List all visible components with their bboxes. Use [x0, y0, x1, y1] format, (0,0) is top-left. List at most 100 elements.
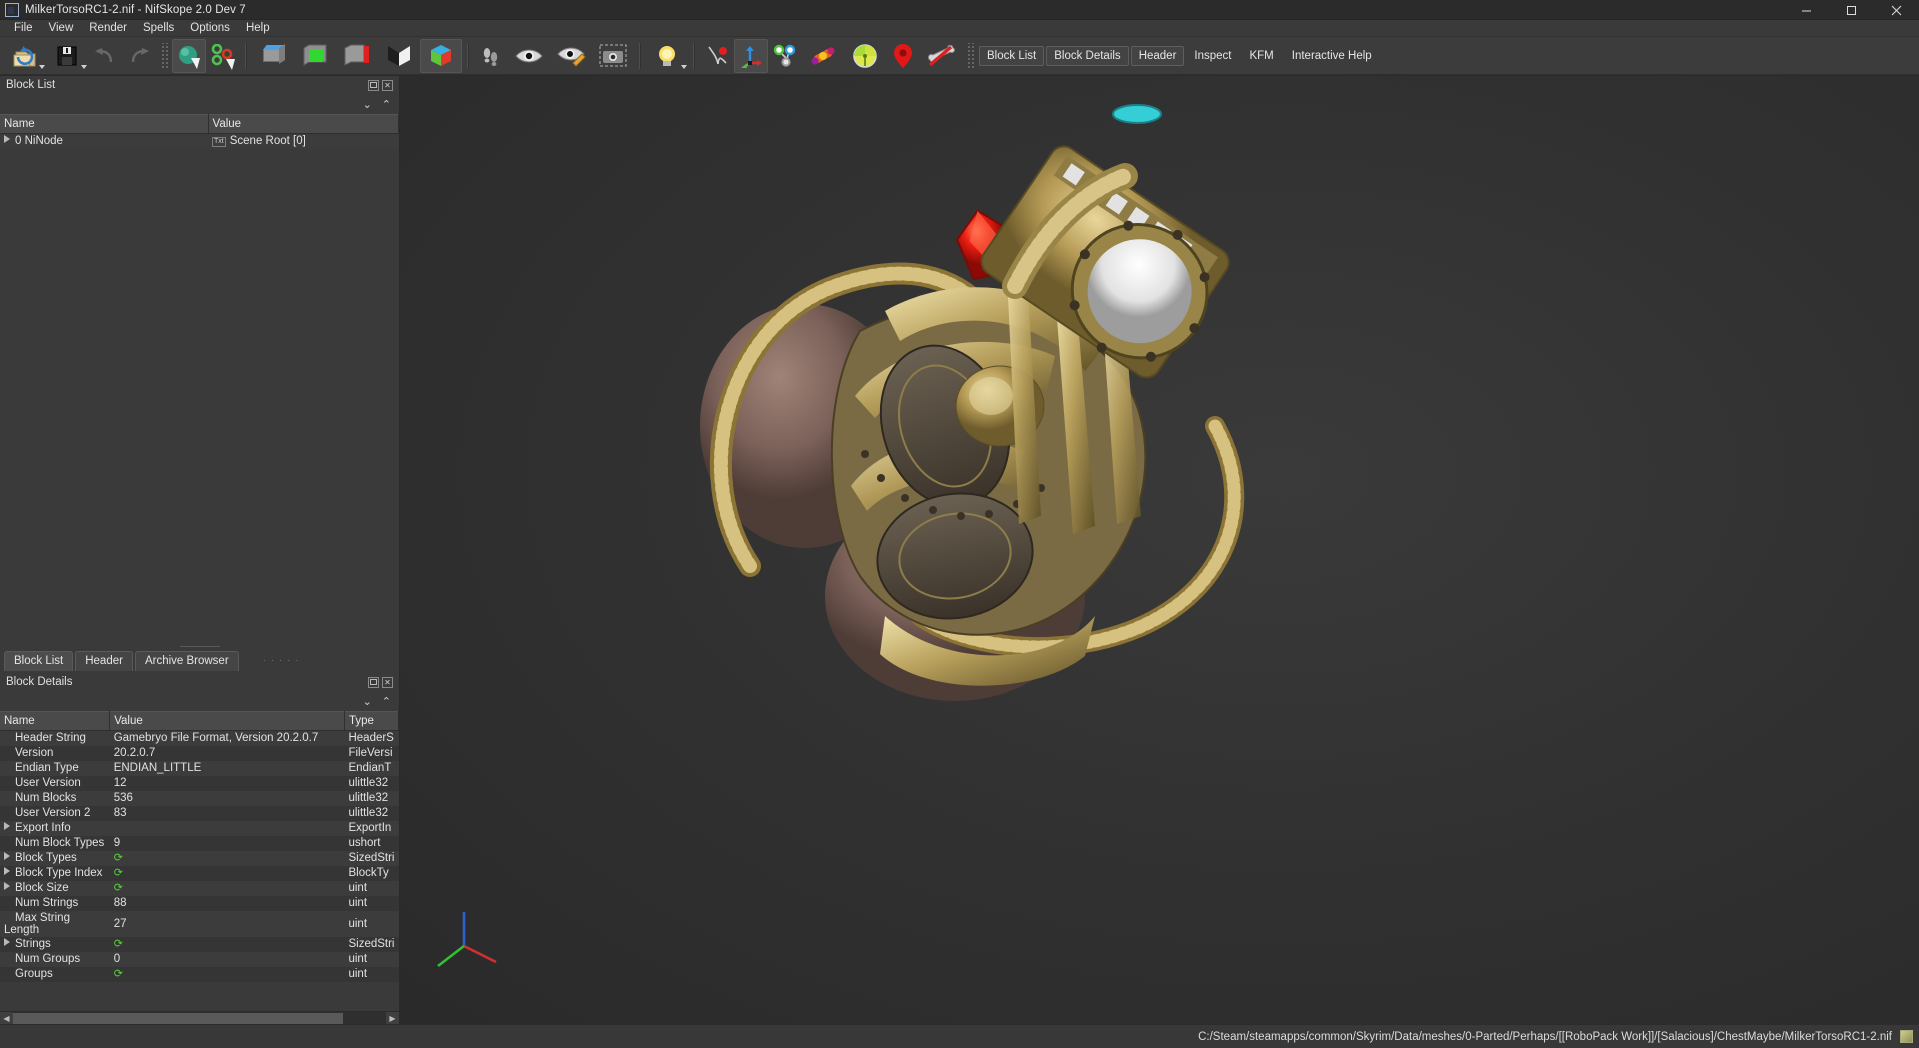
table-row[interactable]: Header String Gamebryo File Format, Versi…	[0, 730, 399, 746]
menu-item-spells[interactable]: Spells	[135, 20, 182, 37]
table-row[interactable]: Max String Length 27 uint	[0, 910, 399, 937]
block-details-down-arrow-icon[interactable]: ⌄	[363, 695, 372, 708]
block-details-row-value-cell[interactable]	[109, 820, 345, 836]
block-details-row-name-cell[interactable]: User Version	[0, 775, 110, 791]
horizontal-scrollbar[interactable]: ◀ ▶	[0, 1011, 399, 1025]
table-row[interactable]: User Version 2 83 ulittle32	[0, 805, 399, 821]
edit-visibility-icon[interactable]	[550, 39, 592, 73]
toolbar-button-kfm[interactable]: KFM	[1241, 46, 1281, 66]
block-details-row-name-cell[interactable]: Block Types	[0, 850, 110, 866]
draw-markers-icon[interactable]	[886, 39, 920, 73]
block-details-row-value-cell[interactable]: ⟳	[109, 865, 345, 881]
scroll-left-arrow-icon[interactable]: ◀	[0, 1011, 13, 1025]
block-details-row-value-cell[interactable]: 0	[109, 951, 345, 967]
toolbar-button-block-list[interactable]: Block List	[979, 45, 1045, 66]
toolbar-button-inspect[interactable]: Inspect	[1186, 46, 1239, 66]
block-details-row-name-cell[interactable]: User Version 2	[0, 805, 110, 821]
table-row[interactable]: User Version 12 ulittle32	[0, 775, 399, 791]
block-list-col-name[interactable]: Name	[0, 114, 209, 134]
menu-item-render[interactable]: Render	[81, 20, 135, 37]
menu-item-options[interactable]: Options	[182, 20, 238, 37]
table-row[interactable]: Num Blocks 536 ulittle32	[0, 790, 399, 806]
block-details-row-value-cell[interactable]: 88	[109, 895, 345, 911]
draw-furniture-icon[interactable]	[844, 39, 886, 73]
save-file-icon[interactable]	[46, 39, 88, 73]
refresh-icon[interactable]: ⟳	[114, 853, 123, 864]
minimize-icon[interactable]	[1784, 0, 1829, 20]
expand-triangle-icon[interactable]	[4, 938, 10, 946]
block-details-row-value-cell[interactable]: ⟳	[109, 850, 345, 866]
block-details-up-arrow-icon[interactable]: ⌃	[382, 695, 391, 708]
maximize-icon[interactable]	[1829, 0, 1874, 20]
table-row[interactable]: Block Type Index ⟳ BlockTy	[0, 865, 399, 881]
refresh-icon[interactable]: ⟳	[114, 868, 123, 879]
expand-triangle-icon[interactable]	[4, 822, 10, 830]
screenshot-icon[interactable]	[592, 39, 634, 73]
block-details-row-name-cell[interactable]: Num Blocks	[0, 790, 110, 806]
block-details-row-value-cell[interactable]: 20.2.0.7	[109, 745, 345, 761]
toolbar-button-block-details[interactable]: Block Details	[1046, 45, 1129, 66]
tab-archive-browser[interactable]: Archive Browser	[134, 651, 239, 671]
table-row[interactable]: Block Size ⟳ uint	[0, 880, 399, 896]
draw-havok-icon[interactable]	[768, 39, 802, 73]
view-user-icon[interactable]	[420, 38, 462, 73]
select-vertex-icon[interactable]	[206, 39, 240, 73]
block-list-row-value-cell[interactable]: Txt Scene Root [0]	[208, 133, 399, 149]
block-details-row-value-cell[interactable]: 12	[109, 775, 345, 791]
menu-item-view[interactable]: View	[41, 20, 82, 37]
toolbar-grip-2[interactable]	[966, 42, 974, 69]
scrollbar-thumb[interactable]	[13, 1012, 343, 1024]
table-row[interactable]: Export Info ExportIn	[0, 820, 399, 836]
undo-icon[interactable]	[88, 39, 122, 73]
block-details-row-value-cell[interactable]: ⟳	[109, 966, 345, 982]
block-details-row-name-cell[interactable]: Num Groups	[0, 951, 110, 967]
block-details-row-name-cell[interactable]: Block Size	[0, 880, 110, 896]
model-mesh[interactable]	[655, 96, 1295, 716]
block-details-col-name[interactable]: Name	[0, 711, 111, 731]
block-details-row-value-cell[interactable]: 27	[109, 910, 345, 937]
block-details-row-name-cell[interactable]: Num Block Types	[0, 835, 110, 851]
block-details-tree[interactable]: Name Value Type Header String Gamebryo Fi…	[0, 711, 399, 1011]
table-row[interactable]: Block Types ⟳ SizedStri	[0, 850, 399, 866]
block-details-close-button[interactable]: ✕	[382, 676, 393, 688]
block-details-row-value-cell[interactable]: 83	[109, 805, 345, 821]
block-details-row-name-cell[interactable]: Block Type Index	[0, 865, 110, 881]
tab-header[interactable]: Header	[75, 651, 133, 671]
toolbar-button-interactive-help[interactable]: Interactive Help	[1284, 46, 1380, 66]
draw-bones-icon[interactable]	[920, 39, 962, 73]
lighting-icon[interactable]	[646, 39, 688, 73]
tab-block-list[interactable]: Block List	[4, 651, 74, 671]
block-list-col-value[interactable]: Value	[208, 114, 399, 134]
view-top-icon[interactable]	[252, 39, 294, 73]
view-flip-icon[interactable]	[378, 39, 420, 73]
open-file-icon[interactable]	[4, 39, 46, 73]
block-details-row-name-cell[interactable]: Strings	[0, 936, 110, 952]
table-row[interactable]: Num Strings 88 uint	[0, 895, 399, 911]
expand-triangle-icon[interactable]	[4, 867, 10, 875]
refresh-icon[interactable]: ⟳	[114, 939, 123, 950]
block-details-row-value-cell[interactable]: 536	[109, 790, 345, 806]
panel-splitter[interactable]	[0, 644, 399, 649]
table-row[interactable]: Endian Type ENDIAN_LITTLE EndianT	[0, 760, 399, 776]
walk-icon[interactable]	[474, 39, 508, 73]
block-list-float-button[interactable]	[368, 79, 379, 91]
expand-triangle-icon[interactable]	[4, 135, 10, 144]
menu-item-help[interactable]: Help	[238, 20, 278, 37]
block-details-row-name-cell[interactable]: Max String Length	[0, 910, 110, 937]
block-list-close-button[interactable]: ✕	[382, 79, 393, 91]
3d-render-view[interactable]	[400, 76, 1919, 1024]
refresh-icon[interactable]: ⟳	[114, 969, 123, 980]
table-row[interactable]: Strings ⟳ SizedStri	[0, 936, 399, 952]
block-details-row-name-cell[interactable]: Num Strings	[0, 895, 110, 911]
toolbar-grip[interactable]	[160, 42, 168, 69]
redo-icon[interactable]	[122, 39, 156, 73]
toolbar-button-header[interactable]: Header	[1130, 45, 1185, 66]
expand-triangle-icon[interactable]	[4, 882, 10, 890]
block-details-row-value-cell[interactable]: ⟳	[109, 880, 345, 896]
menu-item-file[interactable]: File	[6, 20, 41, 37]
block-details-row-name-cell[interactable]: Groups	[0, 966, 110, 982]
block-list-up-arrow-icon[interactable]: ⌃	[382, 98, 391, 111]
scroll-right-arrow-icon[interactable]: ▶	[386, 1011, 399, 1025]
block-details-row-value-cell[interactable]: ENDIAN_LITTLE	[109, 760, 345, 776]
block-details-row-name-cell[interactable]: Endian Type	[0, 760, 110, 776]
